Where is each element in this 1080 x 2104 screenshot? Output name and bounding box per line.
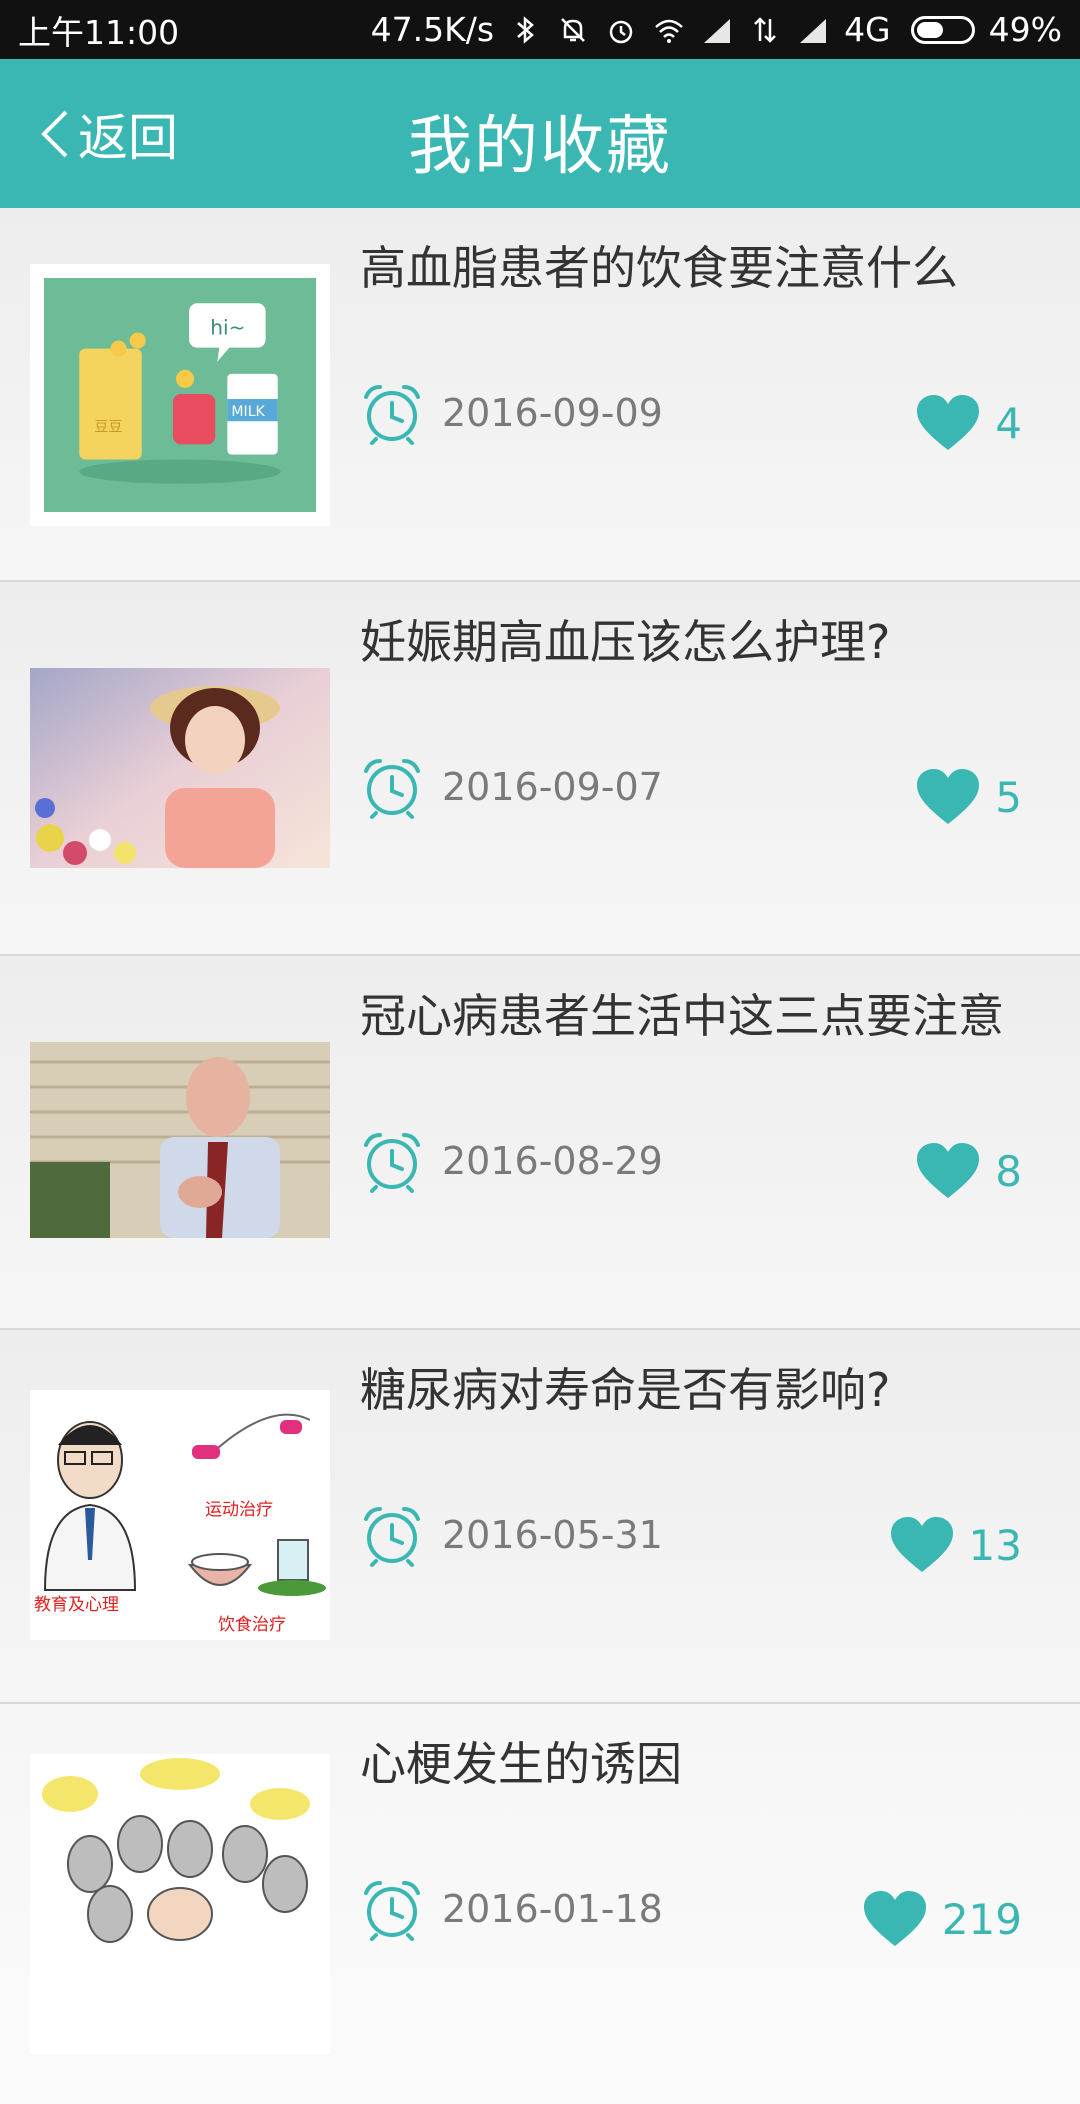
status-bar: 上午11:00 47.5K/s 4G 49% [0,0,1080,59]
alarm-clock-icon [364,1133,420,1193]
battery-percent: 49% [988,10,1062,49]
app-header: 返回 我的收藏 [0,59,1080,208]
article-date: 2016-05-31 [360,1500,663,1570]
page-title: 我的收藏 [408,110,672,184]
network-type: 4G [844,10,891,49]
data-arrows-icon [748,13,782,47]
signal-icon [700,13,734,47]
status-time: 上午11:00 [18,12,180,52]
article-title: 冠心病患者生活中这三点要注意 [360,989,1004,1043]
article-title: 高血脂患者的饮食要注意什么 [360,241,958,295]
date-text: 2016-05-31 [442,1513,663,1557]
wifi-icon [652,13,686,47]
like-number: 5 [995,772,1022,822]
list-item[interactable]: 心梗发生的诱因 2016-01-18 219 [0,1704,1080,2104]
favorites-list: MILK 豆豆 hi~ 高血脂患者的饮食要注意什么 2016-09-09 4 妊… [0,208,1080,2104]
like-number: 219 [941,1894,1022,1944]
alarm-clock-icon [364,1507,420,1567]
alarm-clock-icon [364,385,420,445]
network-speed: 47.5K/s [370,10,495,49]
status-icons: 47.5K/s 4G 49% [371,10,1062,49]
like-count[interactable]: 4 [915,388,1022,458]
heart-icon [890,1517,953,1572]
list-item[interactable]: 妊娠期高血压该怎么护理? 2016-09-07 5 [0,582,1080,956]
like-number: 8 [995,1146,1022,1196]
list-item[interactable]: 教育及心理 运动治疗 饮食治疗 糖尿病对寿命是否有影响? 2016-05-31 [0,1330,1080,1704]
mute-icon [556,13,590,47]
like-count[interactable]: 5 [915,762,1022,832]
alarm-clock-icon [364,759,420,819]
signal-icon-2 [796,13,830,47]
heart-icon [917,1143,980,1198]
bluetooth-icon [508,13,542,47]
article-date: 2016-09-09 [360,378,663,448]
article-thumbnail: 教育及心理 运动治疗 饮食治疗 [30,1390,330,1640]
article-title: 糖尿病对寿命是否有影响? [360,1363,891,1417]
education-label: 教育及心理 [34,1595,119,1615]
alarm-clock-icon [364,1881,420,1941]
like-count[interactable]: 8 [915,1136,1022,1206]
article-date: 2016-08-29 [360,1126,663,1196]
date-text: 2016-08-29 [442,1139,663,1183]
article-date: 2016-09-07 [360,752,663,822]
article-title: 心梗发生的诱因 [360,1737,682,1791]
date-text: 2016-01-18 [442,1887,663,1931]
article-thumbnail [30,1754,330,2054]
like-count[interactable]: 219 [862,1884,1022,1954]
list-item[interactable]: MILK 豆豆 hi~ 高血脂患者的饮食要注意什么 2016-09-09 4 [0,208,1080,582]
diet-label: 饮食治疗 [218,1615,286,1635]
milk-label: MILK [231,404,265,420]
date-text: 2016-09-09 [442,391,663,435]
alarm-icon [604,13,638,47]
list-item[interactable]: 冠心病患者生活中这三点要注意 2016-08-29 8 [0,956,1080,1330]
article-date: 2016-01-18 [360,1874,663,1944]
heart-icon [863,1891,926,1946]
heart-icon [917,769,980,824]
doudou-label: 豆豆 [94,419,122,435]
article-thumbnail [30,1042,330,1238]
speech-bubble-text: hi~ [210,315,245,339]
exercise-label: 运动治疗 [205,1500,273,1520]
like-count[interactable]: 13 [889,1510,1022,1580]
heart-icon [917,395,980,450]
date-text: 2016-09-07 [442,765,663,809]
battery-icon [910,15,975,44]
article-thumbnail [30,668,330,868]
article-thumbnail: MILK 豆豆 hi~ [30,264,330,526]
like-number: 13 [968,1520,1022,1570]
article-title: 妊娠期高血压该怎么护理? [360,615,891,669]
like-number: 4 [995,398,1022,448]
